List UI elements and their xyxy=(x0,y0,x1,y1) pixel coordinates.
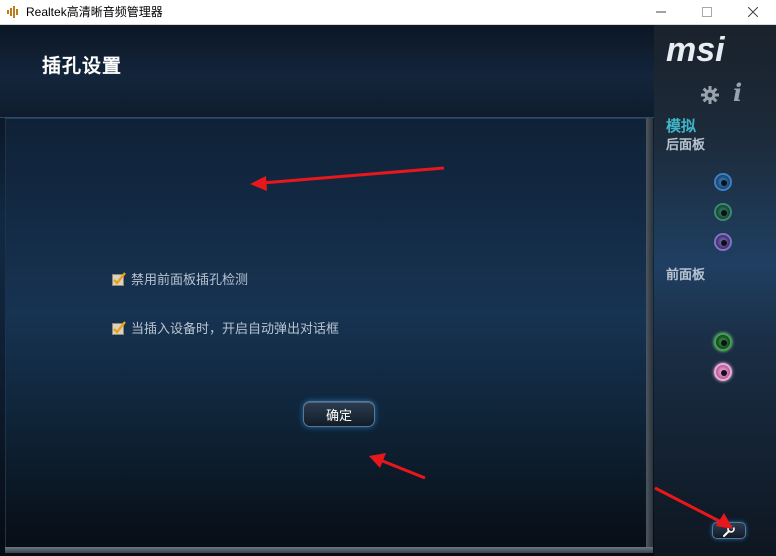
front-jack-pink[interactable] xyxy=(714,363,732,381)
info-icon[interactable]: i xyxy=(733,81,742,105)
gear-icon[interactable] xyxy=(701,86,719,104)
front-panel-label: 前面板 xyxy=(666,267,706,282)
wrench-icon xyxy=(723,524,735,537)
main-panel: 插孔设置 禁用前面板插孔检测 当插入设备时，开启自动弹出对话框 xyxy=(0,25,654,556)
header-band: 插孔设置 xyxy=(0,25,654,118)
panel-edge-right xyxy=(646,118,653,548)
rear-jack-purple[interactable] xyxy=(714,233,732,251)
panel-edge-bottom xyxy=(5,547,653,553)
checkbox-checked-icon[interactable] xyxy=(112,271,126,286)
ok-button[interactable]: 确定 xyxy=(303,401,375,427)
checkbox-checked-icon[interactable] xyxy=(112,320,126,335)
page-title: 插孔设置 xyxy=(42,56,123,77)
minimize-icon xyxy=(656,11,666,13)
content-area: 禁用前面板插孔检测 当插入设备时，开启自动弹出对话框 xyxy=(5,118,646,548)
title-bar: Realtek高清晰音频管理器 xyxy=(0,0,776,25)
minimize-button[interactable] xyxy=(638,0,684,24)
rear-panel-label: 后面板 xyxy=(666,137,706,152)
option-disable-front-panel-detection[interactable]: 禁用前面板插孔检测 xyxy=(112,269,248,288)
tab-analog[interactable]: 模拟 xyxy=(666,115,696,136)
app-speaker-icon xyxy=(7,6,18,18)
option-label: 禁用前面板插孔检测 xyxy=(131,272,249,287)
maximize-icon xyxy=(702,7,712,17)
rear-jack-green[interactable] xyxy=(714,203,732,221)
sidebar: msi i 模拟 后面板 前面板 xyxy=(654,25,776,556)
window-title: Realtek高清晰音频管理器 xyxy=(26,5,163,19)
option-auto-popup-dialog[interactable]: 当插入设备时，开启自动弹出对话框 xyxy=(112,318,339,337)
msi-logo: msi xyxy=(666,33,726,67)
logo-text: msi xyxy=(666,33,726,67)
option-label: 当插入设备时，开启自动弹出对话框 xyxy=(131,321,340,336)
jack-settings-button[interactable] xyxy=(712,522,746,539)
front-jack-green[interactable] xyxy=(714,333,732,351)
close-button[interactable] xyxy=(730,0,776,24)
close-icon xyxy=(748,7,758,17)
rear-jack-blue[interactable] xyxy=(714,173,732,191)
maximize-button[interactable] xyxy=(684,0,730,24)
